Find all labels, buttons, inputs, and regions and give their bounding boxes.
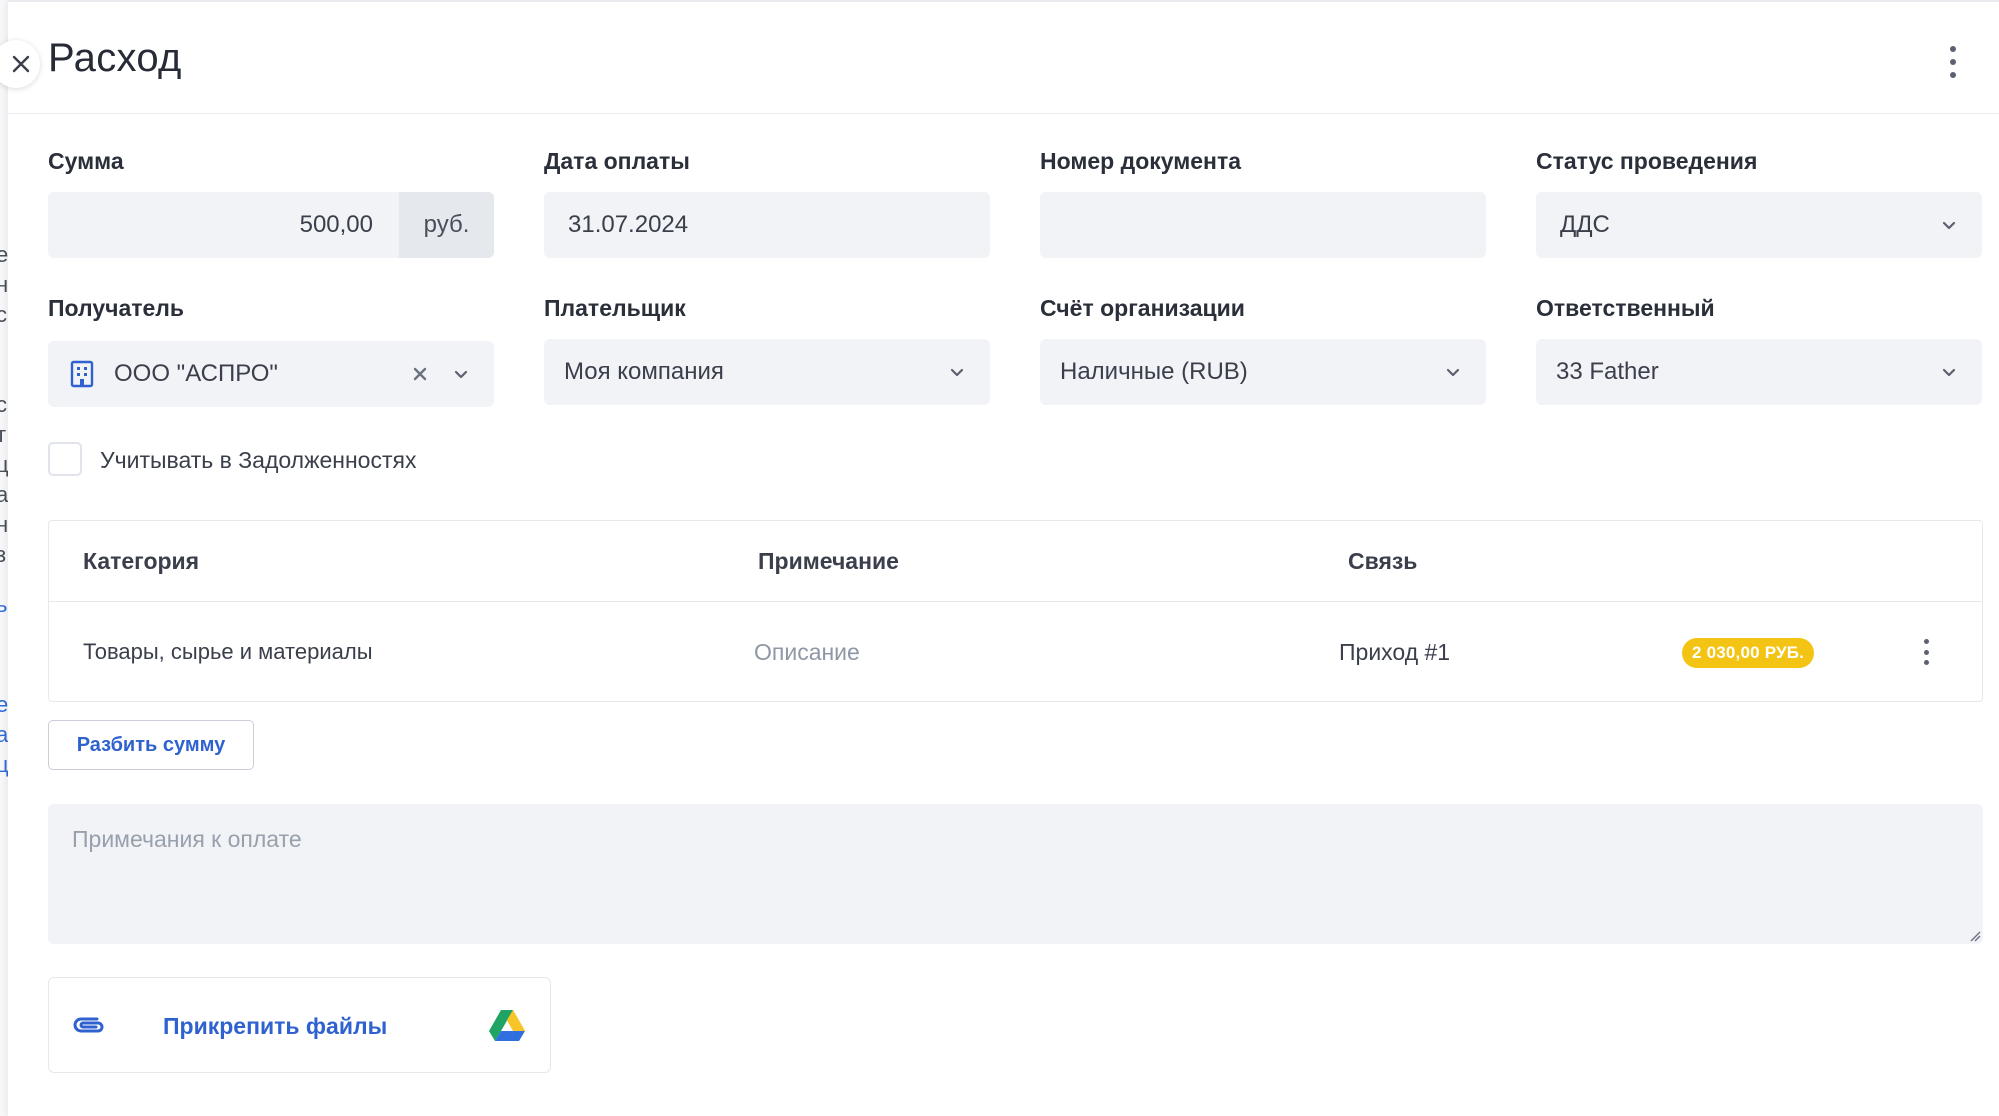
responsible-value: 33 Father xyxy=(1556,358,1659,385)
table-header: Категория Примечание Связь xyxy=(49,521,1982,602)
page-title: Расход xyxy=(48,36,182,80)
document-number-label: Номер документа xyxy=(1040,148,1242,174)
currency-unit: руб. xyxy=(399,192,494,258)
close-icon xyxy=(12,55,30,73)
amount-value: 500,00 xyxy=(299,211,373,238)
chevron-down-icon xyxy=(1942,221,1956,230)
chevron-down-icon xyxy=(1942,368,1956,377)
account-label: Счёт организации xyxy=(1040,295,1245,321)
recipient-value: ООО "АСПРО" xyxy=(114,360,278,387)
payer-label: Плательщик xyxy=(544,295,686,321)
payer-select[interactable]: Моя компания xyxy=(544,339,990,405)
debts-checkbox-label[interactable]: Учитывать в Задолженностях xyxy=(100,447,416,474)
responsible-select[interactable]: 33 Father xyxy=(1536,339,1982,405)
chevron-down-icon xyxy=(454,370,468,379)
clear-icon[interactable] xyxy=(412,366,428,382)
column-header-category: Категория xyxy=(83,548,200,574)
row-link[interactable]: Приход #1 xyxy=(1339,639,1450,666)
column-header-note: Примечание xyxy=(758,548,899,574)
paperclip-icon xyxy=(73,1017,104,1033)
chevron-down-icon xyxy=(950,368,964,377)
status-value: ДДС xyxy=(1560,211,1610,238)
payment-date-label: Дата оплаты xyxy=(544,148,690,174)
google-drive-icon[interactable] xyxy=(487,1008,527,1044)
row-category[interactable]: Товары, сырье и материалы xyxy=(83,639,373,665)
attach-files-label[interactable]: Прикрепить файлы xyxy=(163,1013,387,1040)
category-table: Категория Примечание Связь Товары, сырье… xyxy=(48,520,1983,702)
document-number-input[interactable] xyxy=(1040,192,1486,258)
column-header-link: Связь xyxy=(1348,548,1418,574)
attach-files-box[interactable]: Прикрепить файлы xyxy=(48,977,551,1073)
payment-date-input[interactable]: 31.07.2024 xyxy=(544,192,990,258)
payment-notes-textarea[interactable] xyxy=(48,804,1983,944)
status-select[interactable]: ДДС xyxy=(1536,192,1982,258)
responsible-label: Ответственный xyxy=(1536,295,1715,321)
account-value: Наличные (RUB) xyxy=(1060,358,1248,385)
recipient-select[interactable]: ООО "АСПРО" xyxy=(48,341,494,407)
amount-input[interactable]: 500,00 руб. xyxy=(48,192,494,258)
panel-header: Расход xyxy=(8,2,1999,114)
row-menu-icon[interactable] xyxy=(1921,639,1931,665)
split-amount-button[interactable]: Разбить сумму xyxy=(48,720,254,770)
building-icon xyxy=(70,360,94,388)
chevron-down-icon xyxy=(1446,368,1460,377)
row-note-input[interactable]: Описание xyxy=(754,639,860,666)
debts-checkbox[interactable] xyxy=(48,442,82,476)
recipient-label: Получатель xyxy=(48,295,185,321)
more-menu-icon[interactable] xyxy=(1943,42,1963,82)
status-label: Статус проведения xyxy=(1536,148,1758,174)
amount-label: Сумма xyxy=(48,148,124,174)
payment-date-value: 31.07.2024 xyxy=(568,211,689,238)
resize-handle-icon[interactable] xyxy=(1969,930,1981,942)
background-page: е н с с т ц а н з ь е а ц xyxy=(0,0,8,1116)
payer-value: Моя компания xyxy=(564,358,724,385)
expense-panel: Расход Сумма 500,00 руб. Дата оплаты 31.… xyxy=(0,0,1999,1116)
amount-badge: 2 030,00 РУБ. xyxy=(1682,638,1815,668)
account-select[interactable]: Наличные (RUB) xyxy=(1040,339,1486,405)
